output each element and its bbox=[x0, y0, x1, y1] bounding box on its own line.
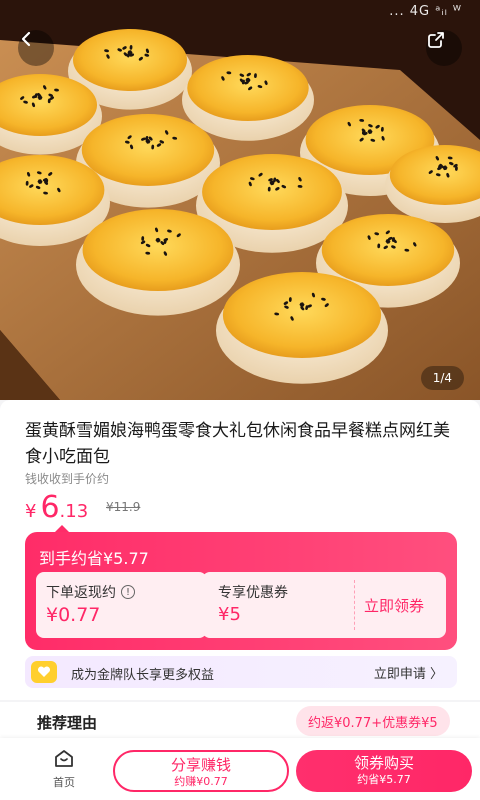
share-earn-amount: 约赚¥0.77 bbox=[174, 775, 228, 788]
rebate-summary-pill: 约返¥0.77+优惠券¥5 bbox=[296, 706, 450, 736]
claim-buy-button[interactable]: 领券购买 约省¥5.77 bbox=[296, 750, 472, 792]
pastry-yolk-top bbox=[82, 209, 234, 291]
share-icon bbox=[428, 32, 444, 48]
product-info-card: 蛋黄酥雪媚娘海鸭蛋零食大礼包休闲食品早餐糕点网红美食小吃面包 钱收收到手价约 ¥… bbox=[0, 400, 480, 700]
claim-coupon-button[interactable]: 立即领券 bbox=[364, 595, 424, 616]
product-image[interactable]: ... 4G ᵃᵢₗ ᵂ 1/4 bbox=[0, 0, 480, 400]
savings-title: 到手约省¥5.77 bbox=[39, 549, 149, 568]
rebate-label: 下单返现约 bbox=[46, 585, 116, 601]
pastry-yolk-top bbox=[222, 272, 382, 358]
gold-captain-text: 成为金牌队长享更多权益 bbox=[71, 668, 215, 683]
rebate-card[interactable]: 下单返现约 ! ¥0.77 bbox=[36, 572, 207, 638]
pastry-yolk-top bbox=[81, 114, 215, 186]
price-integer: 6 bbox=[40, 490, 60, 525]
rebate-value: ¥0.77 bbox=[46, 604, 101, 626]
back-button[interactable] bbox=[18, 30, 54, 66]
chevron-left-icon bbox=[21, 31, 31, 47]
coupon-divider bbox=[354, 580, 355, 630]
price-decimal: .13 bbox=[59, 501, 89, 522]
share-button[interactable] bbox=[426, 30, 462, 66]
original-price: ¥11.9 bbox=[106, 500, 141, 514]
claim-buy-label: 领券购买 bbox=[353, 754, 414, 772]
pastry-yolk-top bbox=[321, 214, 455, 286]
pastry-yolk-top bbox=[187, 55, 309, 121]
pastry-yolk-top bbox=[202, 154, 342, 230]
status-bar: ... 4G ᵃᵢₗ ᵂ bbox=[389, 4, 462, 19]
apply-now-link[interactable]: 立即申请 〉 bbox=[374, 663, 443, 682]
coupon-value: ¥5 bbox=[218, 604, 241, 625]
pastry-photo bbox=[0, 0, 480, 400]
final-price: ¥ 6 .13 bbox=[25, 490, 88, 525]
share-earn-button[interactable]: 分享赚钱 约赚¥0.77 bbox=[113, 750, 289, 792]
info-icon[interactable]: ! bbox=[121, 585, 135, 599]
pastry-yolk-top bbox=[72, 29, 188, 91]
coupon-label: 专享优惠券 bbox=[218, 585, 288, 601]
bottom-action-bar: 首页 分享赚钱 约赚¥0.77 领券购买 约省¥5.77 bbox=[0, 738, 480, 800]
image-counter: 1/4 bbox=[420, 366, 464, 390]
coupon-card[interactable]: 专享优惠券 ¥5 立即领券 bbox=[202, 572, 446, 638]
gold-captain-banner[interactable]: 成为金牌队长享更多权益 立即申请 〉 bbox=[25, 656, 457, 688]
recommend-title: 推荐理由 bbox=[37, 714, 98, 732]
product-title: 蛋黄酥雪媚娘海鸭蛋零食大礼包休闲食品早餐糕点网红美食小吃面包 bbox=[25, 421, 450, 467]
heart-badge-icon bbox=[31, 661, 57, 683]
price-label: 钱收收到手价约 bbox=[25, 472, 110, 486]
share-earn-label: 分享赚钱 bbox=[170, 756, 231, 774]
claim-buy-savings: 约省¥5.77 bbox=[357, 773, 411, 786]
home-tab[interactable]: 首页 bbox=[44, 748, 84, 790]
currency-symbol: ¥ bbox=[25, 501, 37, 522]
home-icon bbox=[55, 750, 73, 767]
home-label: 首页 bbox=[53, 776, 75, 789]
savings-panel: 到手约省¥5.77 下单返现约 ! ¥0.77 专享优惠券 ¥5 立即领券 bbox=[25, 525, 457, 650]
